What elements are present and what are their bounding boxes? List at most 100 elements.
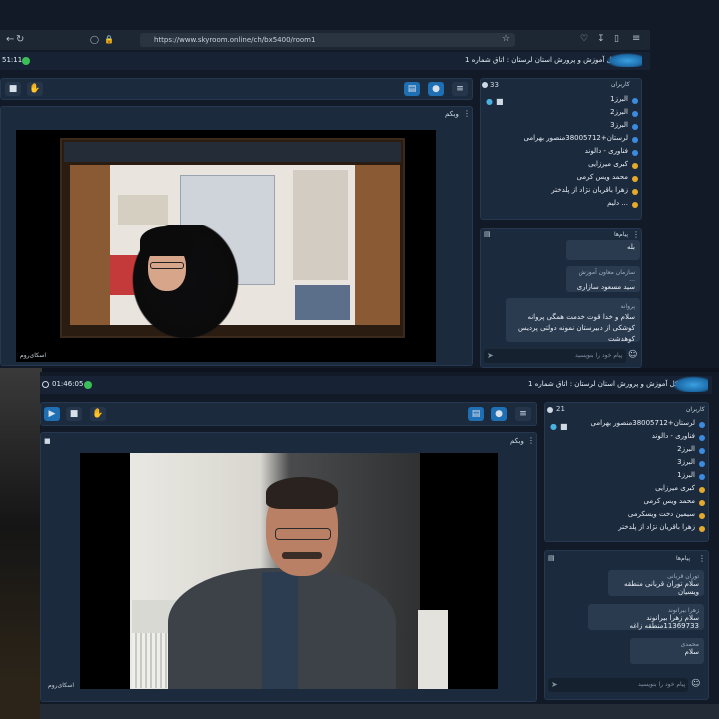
user-row[interactable]: فناوری - دالوند: [480, 147, 642, 160]
connection-status-icon: [84, 381, 92, 389]
message-text: سلام زهرا بیرانوند 11369733منطقه زاغه: [629, 614, 699, 630]
room-title: اداره کل آموزش و پرورش استان لرستان : ات…: [528, 380, 695, 388]
poster-photo-grid: [295, 285, 350, 320]
user-row[interactable]: لرستان+38005712منصور بهرامی: [480, 134, 642, 147]
user-row[interactable]: لرستان+38005712منصور بهرامی: [544, 419, 709, 432]
messages-options-icon[interactable]: ⋮: [698, 554, 706, 563]
user-row[interactable]: البرز3: [480, 121, 642, 134]
chat-toggle-icon[interactable]: ▤: [468, 407, 484, 421]
messages-panel-title: پیام‌ها: [676, 555, 691, 562]
pocket-icon[interactable]: ♡: [580, 34, 588, 44]
user-name: لرستان+38005712منصور بهرامی: [523, 134, 629, 142]
extensions-icon[interactable]: ▯: [614, 34, 619, 44]
user-icon: [699, 435, 705, 441]
user-icon: [632, 150, 638, 156]
lock-icon[interactable]: 🔒: [104, 35, 114, 44]
user-row[interactable]: محمد ویس کرمی: [544, 497, 709, 510]
webcam-options-icon[interactable]: ⋮: [527, 436, 535, 445]
skyroom-logo-icon: [672, 376, 708, 392]
url-text[interactable]: https://www.skyroom.online/ch/bx5400/roo…: [154, 36, 315, 44]
reload-icon[interactable]: ↻: [16, 34, 24, 45]
skyroom-logo-icon: [606, 53, 642, 67]
user-icon: [699, 422, 705, 428]
users-count-icon: [547, 407, 553, 413]
user-name: البرز2: [677, 445, 695, 453]
user-name: لرستان+38005712منصور بهرامی: [590, 419, 696, 427]
star-icon[interactable]: ☆: [502, 34, 510, 44]
message-text: سلام توران قربانی منطقه ویسیان: [623, 580, 699, 596]
shield-icon[interactable]: ◯: [90, 35, 99, 44]
send-icon[interactable]: ➤: [487, 351, 494, 360]
user-row[interactable]: محمد ویس کرمی: [480, 173, 642, 186]
speaker-mustache: [282, 552, 322, 559]
user-row[interactable]: دلیم ...: [480, 199, 642, 212]
user-row[interactable]: البرز2: [544, 445, 709, 458]
user-name: سیمین دخت ویسکرمی: [627, 510, 695, 518]
folder-icon[interactable]: ■: [5, 82, 21, 96]
users-toggle-icon[interactable]: ●: [428, 82, 444, 96]
user-row[interactable]: البرز1: [544, 471, 709, 484]
user-name: فناوری - دالوند: [651, 432, 695, 440]
speaker-icon[interactable]: ▶: [44, 407, 60, 421]
radiator: [132, 633, 172, 688]
hamburger-menu-icon[interactable]: ≡: [452, 82, 468, 96]
users-count: 33: [490, 81, 499, 89]
message-bubble: بله: [566, 240, 640, 260]
user-name: البرز3: [610, 121, 628, 129]
user-name: محمد ویس کرمی: [576, 173, 628, 181]
message-text: سلام: [684, 648, 699, 656]
user-row[interactable]: البرز3: [544, 458, 709, 471]
user-name: البرز1: [677, 471, 695, 479]
webcam-label: وبکم: [445, 110, 459, 118]
folder-icon[interactable]: ■: [66, 407, 82, 421]
download-icon[interactable]: ↧: [597, 34, 605, 44]
clock-icon: [42, 381, 49, 388]
chat-toggle-icon[interactable]: ▤: [404, 82, 420, 96]
user-name: البرز2: [610, 108, 628, 116]
raise-hand-icon[interactable]: ✋: [27, 82, 43, 96]
speaker-hair: [266, 477, 338, 509]
webcam-options-icon[interactable]: ⋮: [463, 109, 471, 118]
user-icon: [632, 137, 638, 143]
users-panel-title: کاربران: [611, 81, 630, 88]
message-text: بله: [626, 243, 635, 251]
user-row[interactable]: زهرا باقریان نژاد از پلدختر: [544, 523, 709, 536]
user-row[interactable]: سیمین دخت ویسکرمی: [544, 510, 709, 523]
user-name: دلیم ...: [607, 199, 628, 207]
room-shelf: [418, 610, 448, 689]
raise-hand-icon[interactable]: ✋: [90, 407, 106, 421]
emoji-icon[interactable]: ☺: [691, 679, 700, 689]
speaker-glasses: [275, 528, 331, 540]
users-toggle-icon[interactable]: ●: [491, 407, 507, 421]
user-row[interactable]: کبری میرزایی: [480, 160, 642, 173]
chat-icon: ▤: [548, 554, 555, 562]
menu-icon[interactable]: ≡: [632, 33, 640, 44]
user-icon: [699, 448, 705, 454]
user-row[interactable]: کبری میرزایی: [544, 484, 709, 497]
users-list: البرز1 البرز2 البرز3 لرستان+38005712منصو…: [480, 93, 642, 218]
user-icon: [699, 487, 705, 493]
chat-icon: ▤: [484, 230, 491, 238]
user-icon: [632, 111, 638, 117]
user-row[interactable]: البرز2: [480, 108, 642, 121]
user-row[interactable]: زهرا باقریان نژاد از پلدختر: [480, 186, 642, 199]
poster-right-image: [293, 170, 348, 280]
user-row[interactable]: فناوری - دالوند: [544, 432, 709, 445]
messages-options-icon[interactable]: ⋮: [632, 230, 640, 239]
video-watermark: اسکای‌روم: [48, 682, 75, 689]
control-toolbar: [40, 402, 537, 426]
speaker-shirt: [262, 572, 298, 689]
message-text: سید مسعود سازاری: [576, 283, 635, 291]
send-icon[interactable]: ➤: [551, 680, 558, 689]
users-count-icon: [482, 82, 488, 88]
emoji-icon[interactable]: ☺: [628, 350, 637, 360]
messages-panel-title: پیام‌ها: [614, 231, 629, 238]
users-panel-title: کاربران: [686, 406, 705, 413]
user-icon: [632, 189, 638, 195]
message-bubble: توران قربانی سلام توران قربانی منطقه ویس…: [608, 570, 704, 596]
message-sender: محمدی: [680, 641, 699, 648]
hamburger-menu-icon[interactable]: ≡: [515, 407, 531, 421]
user-row[interactable]: البرز1: [480, 95, 642, 108]
connection-status-icon: [22, 57, 30, 65]
back-arrow-icon[interactable]: ←: [6, 34, 14, 45]
